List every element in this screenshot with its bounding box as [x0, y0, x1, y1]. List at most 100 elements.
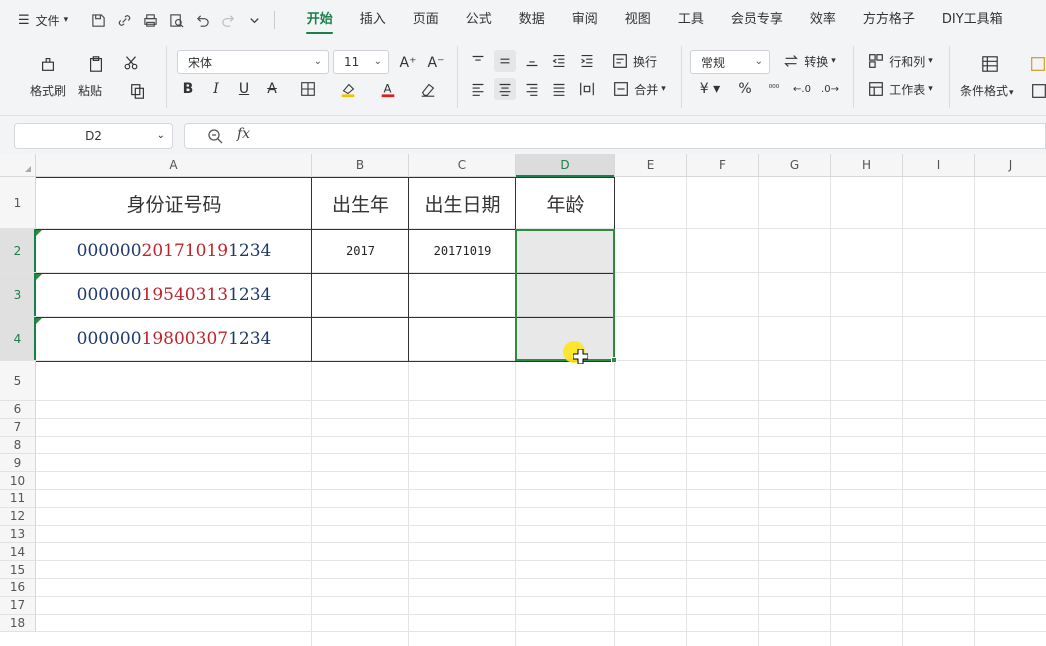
column-header-c[interactable]: C: [409, 154, 516, 177]
conditional-format-icon[interactable]: [978, 52, 1002, 76]
row-header-10[interactable]: 10: [0, 472, 36, 490]
rows-cols-button[interactable]: 行和列 ▾: [863, 50, 937, 72]
tab-review[interactable]: 审阅: [558, 0, 611, 40]
row-header-2[interactable]: 2: [0, 229, 36, 273]
name-box[interactable]: D2 ⌄: [14, 123, 173, 149]
align-right-icon[interactable]: [521, 78, 543, 100]
column-header-a[interactable]: A: [36, 154, 312, 177]
row-header-8[interactable]: 8: [0, 436, 36, 455]
align-middle-icon[interactable]: [494, 50, 516, 72]
cell-d1[interactable]: 年龄: [516, 177, 615, 229]
tab-tools[interactable]: 工具: [664, 0, 717, 40]
file-menu[interactable]: ☰ 文件 ▾: [18, 12, 68, 29]
row-header-12[interactable]: 12: [0, 507, 36, 526]
decrease-indent-icon[interactable]: [548, 50, 570, 72]
column-header-i[interactable]: I: [903, 154, 975, 177]
decrease-font-icon[interactable]: A⁻: [425, 52, 447, 74]
merge-button[interactable]: 合并 ▾: [608, 78, 670, 100]
tab-data[interactable]: 数据: [505, 0, 558, 40]
row-header-3[interactable]: 3: [0, 273, 36, 317]
bold-icon[interactable]: B: [178, 78, 198, 100]
tab-efficiency[interactable]: 效率: [796, 0, 849, 40]
copy-icon[interactable]: [122, 80, 154, 102]
row-header-9[interactable]: 9: [0, 454, 36, 473]
formula-input[interactable]: fx: [184, 123, 1046, 149]
cell-style-icon[interactable]: [1030, 80, 1046, 102]
cell-c1[interactable]: 出生日期: [409, 177, 516, 229]
column-header-e[interactable]: E: [615, 154, 687, 177]
align-left-icon[interactable]: [467, 78, 489, 100]
tab-insert[interactable]: 插入: [346, 0, 399, 40]
row-header-7[interactable]: 7: [0, 418, 36, 437]
paste-icon[interactable]: [84, 52, 108, 76]
tab-start[interactable]: 开始: [293, 0, 346, 40]
row-header-18[interactable]: 18: [0, 614, 36, 633]
thousands-separator-icon[interactable]: ⁰⁰⁰: [762, 78, 786, 100]
underline-icon[interactable]: U: [234, 78, 254, 100]
font-name-select[interactable]: 宋体 ⌄: [177, 50, 329, 74]
tab-page[interactable]: 页面: [399, 0, 452, 40]
row-header-14[interactable]: 14: [0, 543, 36, 562]
increase-decimal-icon[interactable]: ←.0: [790, 78, 814, 100]
row-header-5[interactable]: 5: [0, 361, 36, 401]
column-header-f[interactable]: F: [687, 154, 759, 177]
row-header-11[interactable]: 11: [0, 490, 36, 508]
clear-format-icon[interactable]: [412, 78, 444, 100]
border-icon[interactable]: [292, 78, 324, 100]
font-color-icon[interactable]: A: [372, 78, 404, 100]
redo-icon[interactable]: [220, 12, 236, 28]
tab-view[interactable]: 视图: [611, 0, 664, 40]
currency-icon[interactable]: ¥ ▾: [694, 78, 726, 100]
row-header-17[interactable]: 17: [0, 596, 36, 615]
spreadsheet-grid[interactable]: ABCDEFGHIJ 1 2 3 4 5 6 7 8 9 10 11 12 13 14 15 16 17 18 身…: [0, 154, 1046, 646]
zoom-icon[interactable]: [207, 128, 223, 144]
cell-b3[interactable]: [312, 273, 409, 317]
cell-a1[interactable]: 身份证号码: [36, 177, 312, 229]
format-painter-label[interactable]: 格式刷: [30, 82, 66, 99]
undo-icon[interactable]: [194, 12, 210, 28]
row-header-6[interactable]: 6: [0, 401, 36, 419]
cell-c4[interactable]: [409, 317, 516, 361]
row-header-15[interactable]: 15: [0, 561, 36, 579]
cell-b4[interactable]: [312, 317, 409, 361]
fx-icon[interactable]: fx: [237, 126, 250, 142]
column-header-j[interactable]: J: [975, 154, 1046, 177]
format-painter-icon[interactable]: [36, 52, 60, 76]
row-header-4[interactable]: 4: [0, 317, 36, 361]
strikethrough-icon[interactable]: A: [262, 78, 282, 100]
decrease-decimal-icon[interactable]: .0→: [818, 78, 842, 100]
number-format-select[interactable]: 常规 ⌄: [690, 50, 770, 74]
increase-font-icon[interactable]: A⁺: [397, 52, 419, 74]
link-icon[interactable]: [116, 12, 132, 28]
table-style-icon[interactable]: [1028, 52, 1046, 76]
cell-c2[interactable]: 20171019: [409, 229, 516, 273]
worksheet-button[interactable]: 工作表 ▾: [863, 78, 937, 100]
tab-fangfang[interactable]: 方方格子: [849, 0, 928, 40]
font-size-select[interactable]: 11 ⌄: [333, 50, 389, 74]
align-top-icon[interactable]: [467, 50, 489, 72]
print-icon[interactable]: [142, 12, 158, 28]
convert-button[interactable]: 转换 ▾: [778, 50, 840, 72]
column-header-d[interactable]: D: [516, 154, 615, 177]
increase-indent-icon[interactable]: [576, 50, 598, 72]
percent-icon[interactable]: %: [734, 78, 756, 100]
column-header-g[interactable]: G: [759, 154, 831, 177]
cell-a4[interactable]: 000000 19800307 1234: [36, 317, 312, 361]
justify-icon[interactable]: [548, 78, 570, 100]
align-bottom-icon[interactable]: [521, 50, 543, 72]
row-header-16[interactable]: 16: [0, 579, 36, 597]
print-preview-icon[interactable]: [168, 12, 184, 28]
cell-b2[interactable]: 2017: [312, 229, 409, 273]
row-header-13[interactable]: 13: [0, 525, 36, 544]
chevron-down-icon[interactable]: [246, 12, 262, 28]
fill-handle[interactable]: [611, 357, 617, 363]
fill-color-icon[interactable]: [332, 78, 364, 100]
column-header-h[interactable]: H: [831, 154, 903, 177]
italic-icon[interactable]: I: [206, 78, 226, 100]
cell-a3[interactable]: 000000 19540313 1234: [36, 273, 312, 317]
distribute-icon[interactable]: [576, 78, 598, 100]
tab-formula[interactable]: 公式: [452, 0, 505, 40]
cell-a2[interactable]: 000000 20171019 1234: [36, 229, 312, 273]
cut-icon[interactable]: [120, 52, 142, 74]
tab-diy-toolbox[interactable]: DIY工具箱: [928, 0, 1016, 40]
